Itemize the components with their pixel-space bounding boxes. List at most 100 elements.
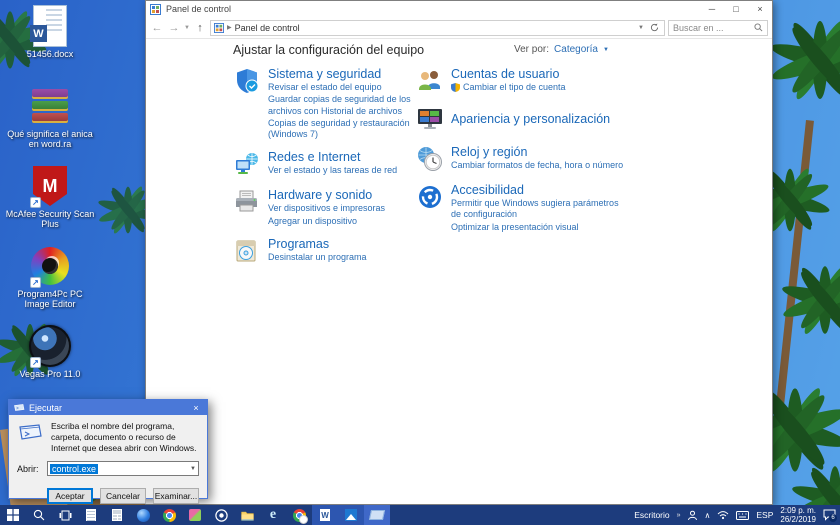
ok-button[interactable]: Aceptar (47, 488, 93, 505)
desktop-icon-image-editor[interactable]: ↗ Program4Pc PC Image Editor (2, 244, 98, 324)
address-dropdown-icon[interactable]: ▼ (638, 25, 644, 31)
desktop-icon-label: 51456.docx (26, 49, 74, 59)
category-link[interactable]: Optimizar la presentación visual (451, 222, 631, 233)
category-appearance: Apariencia y personalización (416, 105, 631, 133)
desktop-icon-label: Qué significa el anica en word.ra (7, 129, 93, 149)
taskbar-photos-button[interactable] (182, 505, 208, 525)
taskbar-chrome-button[interactable] (156, 505, 182, 525)
desktop-icon-list: W 51456.docx Qué significa el anica en w… (2, 4, 98, 404)
address-bar[interactable]: ▶ Panel de control ▼ (209, 19, 665, 37)
search-placeholder: Buscar en ... (673, 22, 724, 33)
category-link[interactable]: Desinstalar un programa (268, 252, 367, 263)
run-app-icon (14, 404, 25, 411)
category-link[interactable]: Ver el estado y las tareas de red (268, 165, 397, 176)
calculator-icon (112, 509, 122, 521)
people-icon[interactable] (687, 510, 698, 521)
action-center-icon[interactable]: 6 (823, 509, 837, 522)
taskbar-search-button[interactable] (26, 505, 52, 525)
target-app-icon (214, 508, 228, 522)
view-by-label: Ver por: (514, 44, 550, 55)
taskbar-photo-viewer-button[interactable] (338, 505, 364, 525)
keyboard-icon[interactable] (736, 510, 750, 520)
control-panel-window: Panel de control ─ □ × ← → ▼ ↑ ▶ Panel d… (145, 0, 773, 505)
title-bar[interactable]: Panel de control ─ □ × (146, 1, 772, 17)
category-link[interactable]: Permitir que Windows sugiera parámetros … (451, 198, 631, 221)
taskbar-notepad-button[interactable] (78, 505, 104, 525)
back-icon[interactable]: ← (150, 22, 164, 34)
desktop-icon-word-doc[interactable]: W 51456.docx (2, 4, 98, 84)
word-icon: W (320, 509, 330, 521)
taskbar-blue-sphere-button[interactable] (130, 505, 156, 525)
category-title[interactable]: Programas (268, 237, 367, 251)
task-view-button[interactable] (52, 505, 78, 525)
desktop-toolbar-label[interactable]: Escritorio (634, 510, 669, 520)
breadcrumb-separator-icon: ▶ (226, 25, 232, 31)
category-title[interactable]: Sistema y seguridad (268, 67, 416, 81)
category-title[interactable]: Redes e Internet (268, 150, 397, 164)
up-icon[interactable]: ↑ (193, 22, 207, 34)
category-programs: Programas Desinstalar un programa (233, 237, 416, 265)
category-link[interactable]: Agregar un dispositivo (268, 216, 385, 227)
category-link[interactable]: Cambiar formatos de fecha, hora o número (451, 160, 623, 171)
forward-icon[interactable]: → (167, 22, 181, 34)
run-title-bar[interactable]: Ejecutar × (9, 400, 207, 415)
shortcut-arrow-icon: ↗ (30, 357, 41, 368)
taskbar-clock[interactable]: 2:09 p. m. 26/2/2019 (780, 506, 816, 524)
desktop-icon-vegas-pro[interactable]: ↗ Vegas Pro 11.0 (2, 324, 98, 404)
minimize-button[interactable]: ─ (700, 1, 724, 17)
category-link[interactable]: Revisar el estado del equipo (268, 82, 416, 93)
category-title[interactable]: Cuentas de usuario (451, 67, 566, 81)
category-title[interactable]: Apariencia y personalización (451, 112, 610, 126)
cancel-button[interactable]: Cancelar (100, 488, 146, 505)
ease-of-access-icon (419, 186, 441, 208)
category-link[interactable]: Guardar copias de seguridad de los archi… (268, 94, 416, 117)
category-link[interactable]: Copias de seguridad y restauración (Wind… (268, 118, 416, 141)
file-explorer-icon (240, 511, 254, 521)
taskbar-edge-button[interactable]: e (260, 505, 286, 525)
taskbar-target-button[interactable] (208, 505, 234, 525)
open-input[interactable]: control.exe ▼ (47, 461, 199, 477)
category-title[interactable]: Reloj y región (451, 145, 623, 159)
hidden-icons-chevron[interactable]: ∧ (705, 511, 711, 520)
network-icon[interactable] (717, 510, 729, 520)
maximize-button[interactable]: □ (724, 1, 748, 17)
hardware-sound-icon (236, 190, 257, 212)
search-input[interactable]: Buscar en ... (668, 19, 768, 36)
close-button[interactable]: × (748, 1, 772, 17)
desktop-icon-winrar[interactable]: Qué significa el anica en word.ra (2, 84, 98, 164)
notepad-icon (86, 509, 96, 521)
photos-app-icon (189, 509, 201, 521)
view-by-value[interactable]: Categoría (554, 44, 598, 55)
recent-locations-icon[interactable]: ▼ (184, 25, 190, 31)
category-link[interactable]: Cambiar el tipo de cuenta (463, 82, 566, 93)
chrome-profile-icon (292, 508, 308, 524)
navigation-bar: ← → ▼ ↑ ▶ Panel de control ▼ Buscar en .… (146, 17, 772, 39)
breadcrumb[interactable]: Panel de control (235, 23, 300, 33)
run-description: Escriba el nombre del programa, carpeta,… (51, 421, 197, 454)
browse-button[interactable]: Examinar... (153, 488, 199, 505)
windows-logo-icon (7, 509, 19, 521)
taskbar-word-button[interactable]: W (312, 505, 338, 525)
shortcut-arrow-icon: ↗ (30, 277, 41, 288)
category-network-internet: Redes e Internet Ver el estado y las tar… (233, 150, 416, 178)
refresh-icon[interactable] (647, 19, 661, 37)
taskbar-run-button[interactable] (364, 505, 390, 525)
desktop-icon-mcafee[interactable]: M ↗ McAfee Security Scan Plus (2, 164, 98, 244)
language-indicator[interactable]: ESP (756, 510, 773, 520)
clock-date: 26/2/2019 (780, 515, 816, 524)
taskbar-chrome-profile-button[interactable] (286, 505, 312, 525)
category-title[interactable]: Hardware y sonido (268, 188, 385, 202)
view-by-dropdown-icon[interactable]: ▼ (603, 47, 609, 53)
taskbar-file-explorer-button[interactable] (234, 505, 260, 525)
clock-region-icon (418, 147, 442, 171)
toolbar-expand-icon[interactable]: » (677, 512, 681, 519)
combo-dropdown-icon[interactable]: ▼ (190, 466, 196, 472)
taskbar-calculator-button[interactable] (104, 505, 130, 525)
page-title: Ajustar la configuración del equipo (233, 43, 425, 57)
run-close-icon[interactable]: × (189, 403, 203, 413)
start-button[interactable] (0, 505, 26, 525)
category-link[interactable]: Ver dispositivos e impresoras (268, 203, 385, 214)
category-title[interactable]: Accesibilidad (451, 183, 631, 197)
desktop-icon-label: Program4Pc PC Image Editor (17, 289, 83, 309)
chrome-icon (162, 508, 176, 522)
